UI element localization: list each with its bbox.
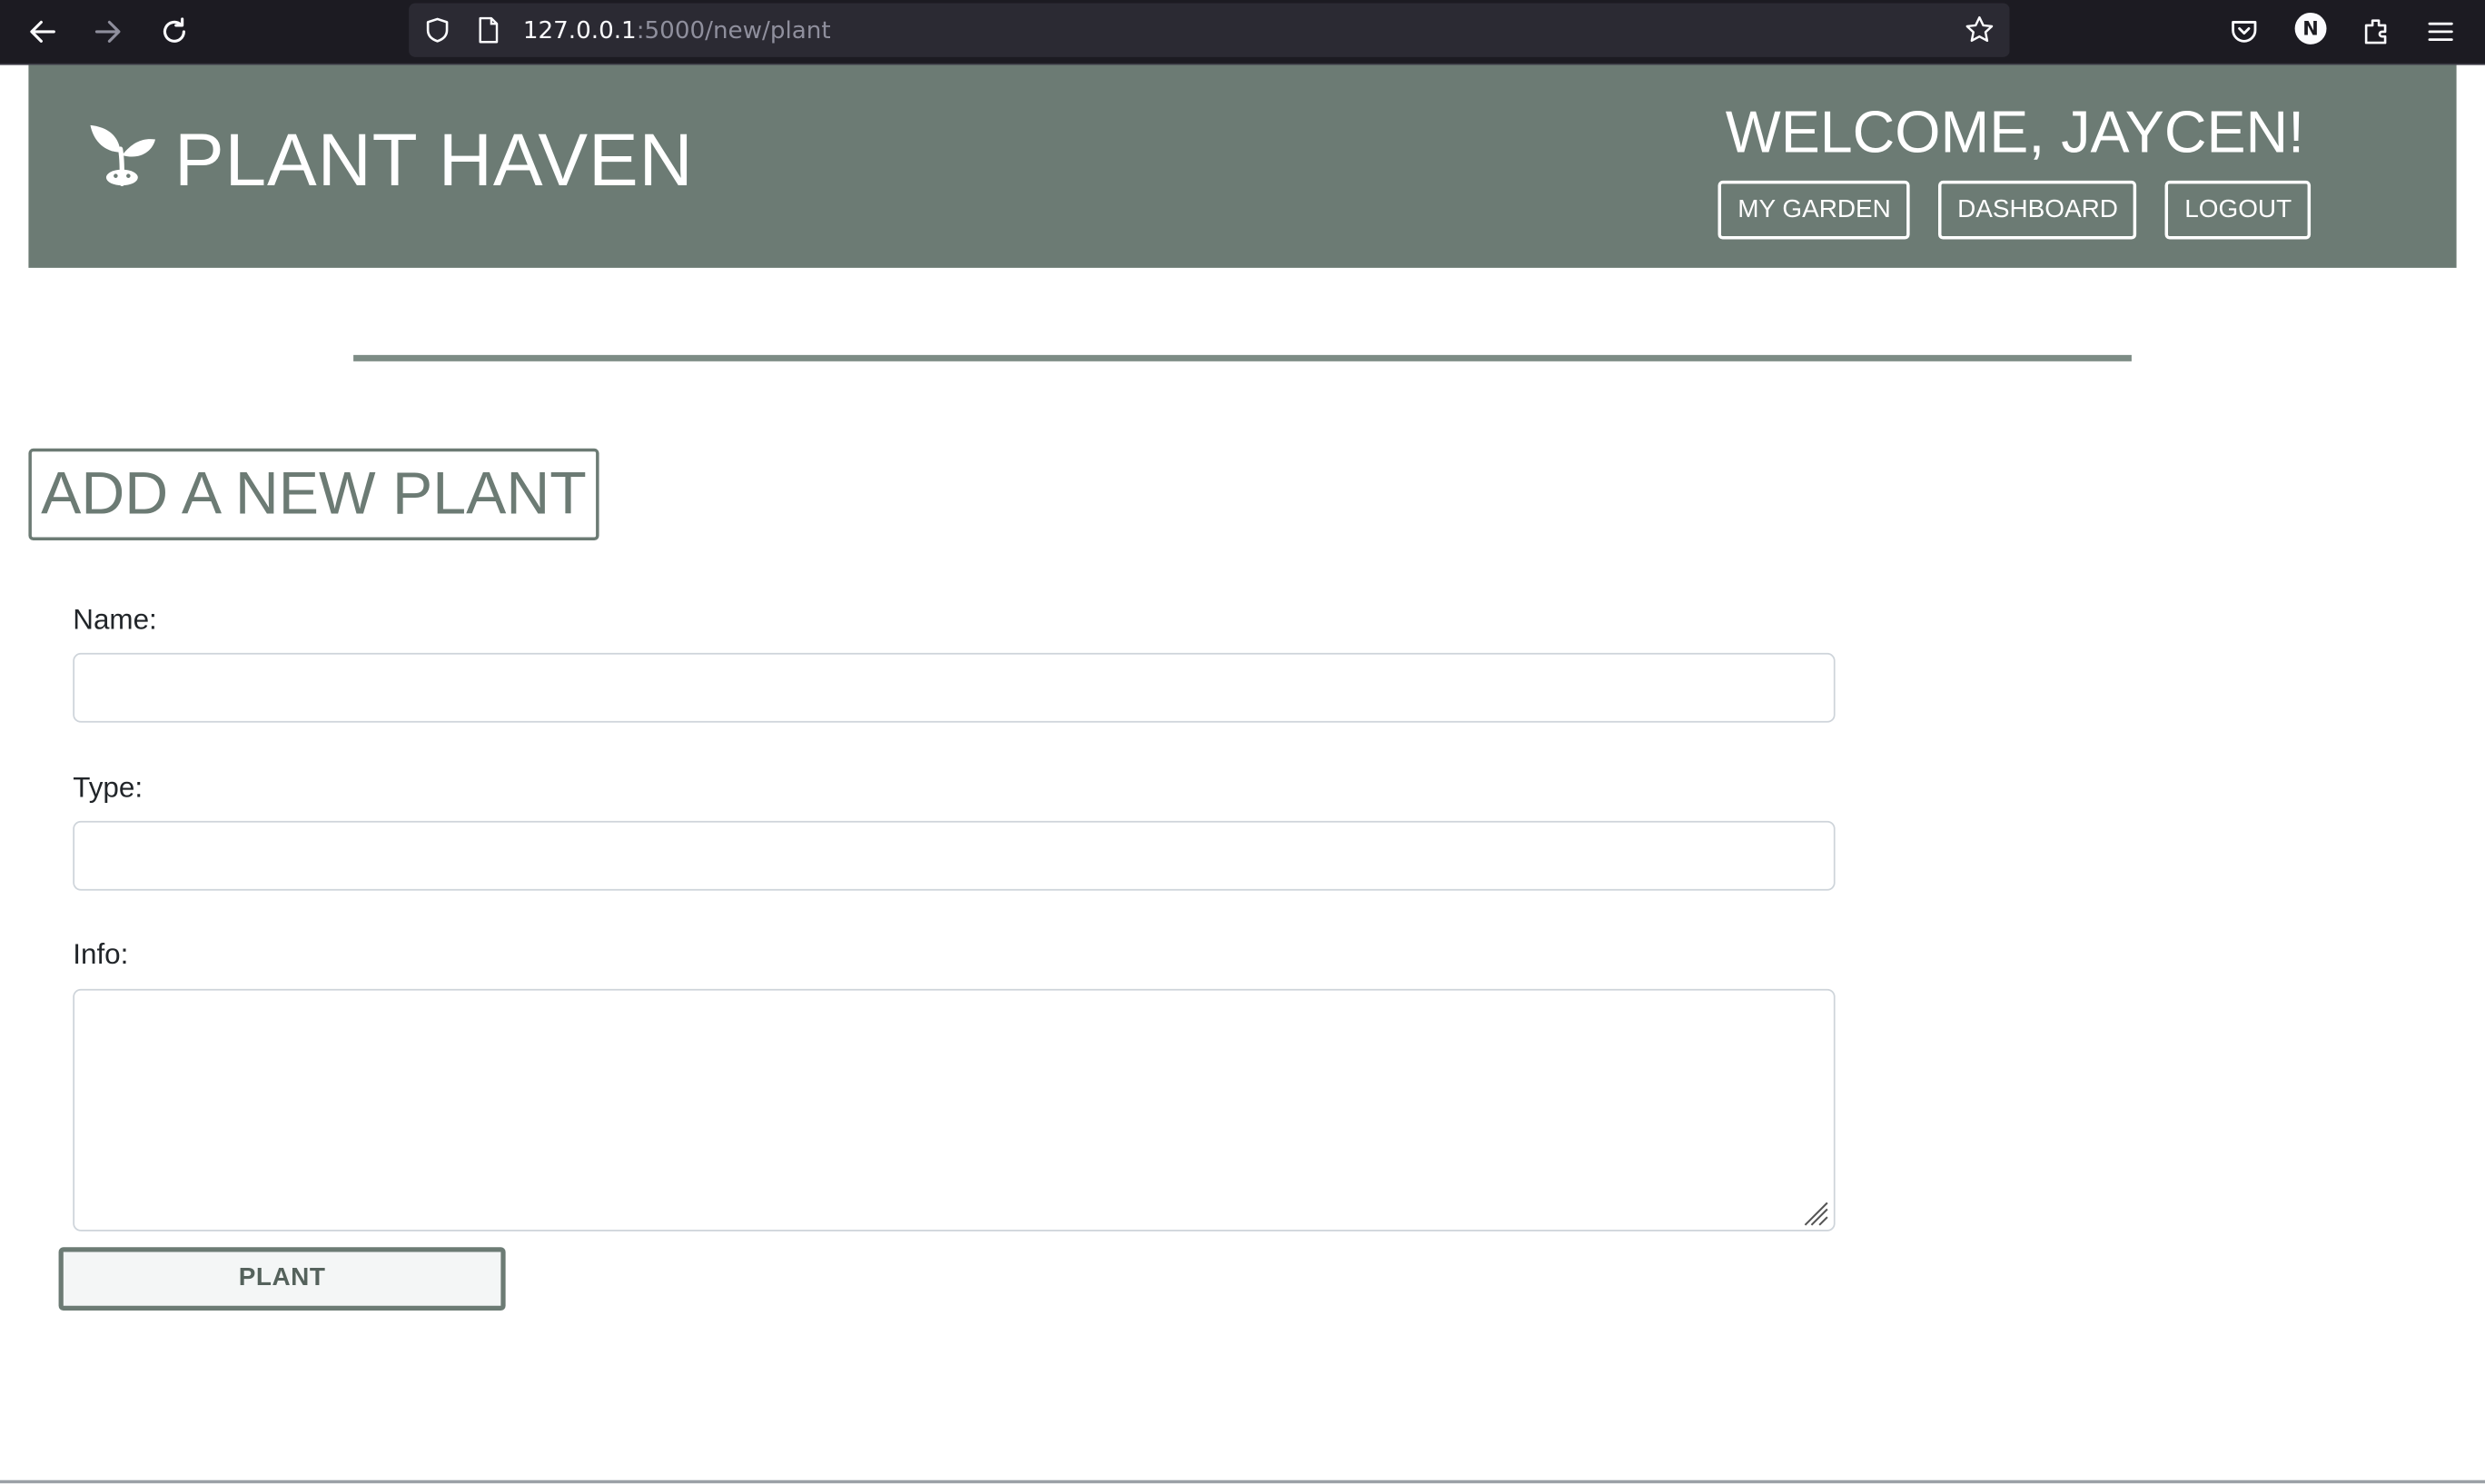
extensions-icon[interactable] [2353, 9, 2398, 54]
menu-icon[interactable] [2419, 9, 2463, 54]
info-label: Info: [73, 937, 129, 970]
url-text[interactable]: 127.0.0.1:5000/new/plant [522, 15, 831, 45]
star-icon[interactable] [1964, 15, 1995, 46]
dashboard-button[interactable]: DASHBOARD [1938, 180, 2137, 240]
welcome-message: WELCOME, JAYCEN! [1725, 99, 2305, 165]
my-garden-button[interactable]: MY GARDEN [1718, 180, 1910, 240]
header-nav: MY GARDEN DASHBOARD LOGOUT [1718, 180, 2312, 240]
browser-toolbar: 127.0.0.1:5000/new/plant N [0, 0, 2485, 65]
brand-title: PLANT HAVEN [173, 117, 694, 202]
shield-icon[interactable] [421, 15, 453, 46]
brand[interactable]: PLANT HAVEN [85, 113, 693, 208]
back-icon[interactable] [21, 9, 65, 54]
url-bar[interactable]: 127.0.0.1:5000/new/plant [409, 3, 2010, 57]
profile-avatar[interactable]: N [2294, 12, 2327, 45]
type-label: Type: [73, 771, 144, 804]
plant-submit-button[interactable]: PLANT [58, 1247, 506, 1311]
page-root: 127.0.0.1:5000/new/plant N PLANT HAVEN W… [0, 0, 2485, 1484]
page-icon [472, 15, 504, 46]
name-label: Name: [73, 603, 157, 636]
type-input[interactable] [73, 820, 1836, 891]
logout-button[interactable]: LOGOUT [2165, 180, 2312, 240]
section-divider [353, 354, 2132, 361]
reload-icon[interactable] [153, 9, 197, 54]
pocket-icon[interactable] [2222, 9, 2266, 54]
forward-icon[interactable] [85, 9, 130, 54]
name-input[interactable] [73, 652, 1836, 723]
url-host: 127.0.0.1 [522, 15, 637, 45]
plant-sprout-icon [85, 121, 158, 200]
resize-grip-icon[interactable] [1804, 1202, 1829, 1227]
page-bottom-border [0, 1479, 2485, 1484]
site-header: PLANT HAVEN WELCOME, JAYCEN! MY GARDEN D… [28, 64, 2457, 268]
page-title: ADD A NEW PLANT [28, 448, 599, 541]
info-textarea[interactable] [73, 988, 1836, 1232]
url-path: :5000/new/plant [636, 15, 831, 45]
